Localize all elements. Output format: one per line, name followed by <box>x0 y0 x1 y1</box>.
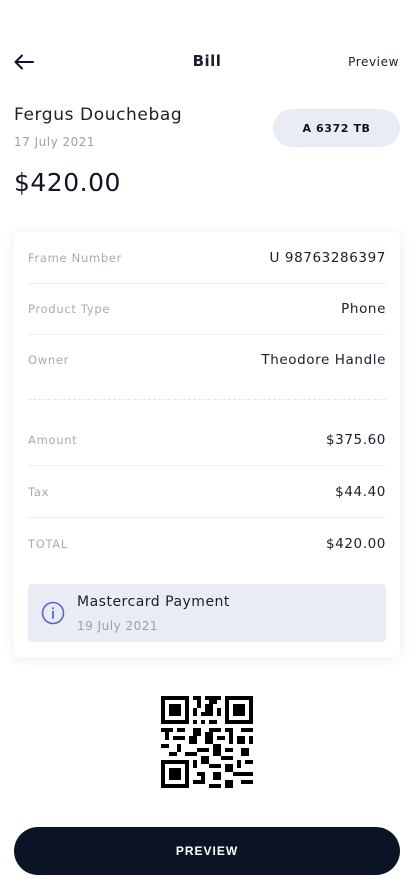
top-bar: Bill Preview <box>0 40 414 84</box>
qr-code <box>161 696 253 788</box>
charge-value: $375.60 <box>325 431 386 448</box>
charge-row-tax: Tax $44.40 <box>28 466 386 518</box>
total-amount: $420.00 <box>14 168 121 197</box>
payment-date: 19 July 2021 <box>77 619 159 633</box>
info-icon <box>41 601 65 625</box>
charge-value: $420.00 <box>325 536 386 552</box>
bill-details-card: Frame Number U 98763286397 Product Type … <box>14 232 400 657</box>
charge-label: Amount <box>28 432 78 447</box>
detail-label: Frame Number <box>28 250 123 265</box>
detail-row-product-type: Product Type Phone <box>28 283 386 335</box>
payment-method: Mastercard Payment <box>77 594 230 610</box>
detail-value: U 98763286397 <box>269 249 386 266</box>
preview-button[interactable]: PREVIEW <box>14 827 400 875</box>
detail-label: Product Type <box>28 301 111 316</box>
customer-name: Fergus Douchebag <box>14 105 183 125</box>
charge-label: TOTAL <box>28 537 68 551</box>
detail-value: Phone <box>341 300 386 317</box>
plate-badge: A 6372 TB <box>273 109 400 147</box>
payment-info-box: Mastercard Payment 19 July 2021 <box>28 584 386 642</box>
charge-value: $44.40 <box>335 483 386 500</box>
detail-row-frame-number: Frame Number U 98763286397 <box>28 232 386 284</box>
bill-date: 17 July 2021 <box>14 135 96 149</box>
charge-label: Tax <box>28 484 50 499</box>
charge-row-amount: Amount $375.60 <box>28 414 386 466</box>
charge-row-total: TOTAL $420.00 <box>28 518 386 570</box>
preview-link[interactable]: Preview <box>348 55 399 69</box>
section-divider <box>28 348 386 400</box>
